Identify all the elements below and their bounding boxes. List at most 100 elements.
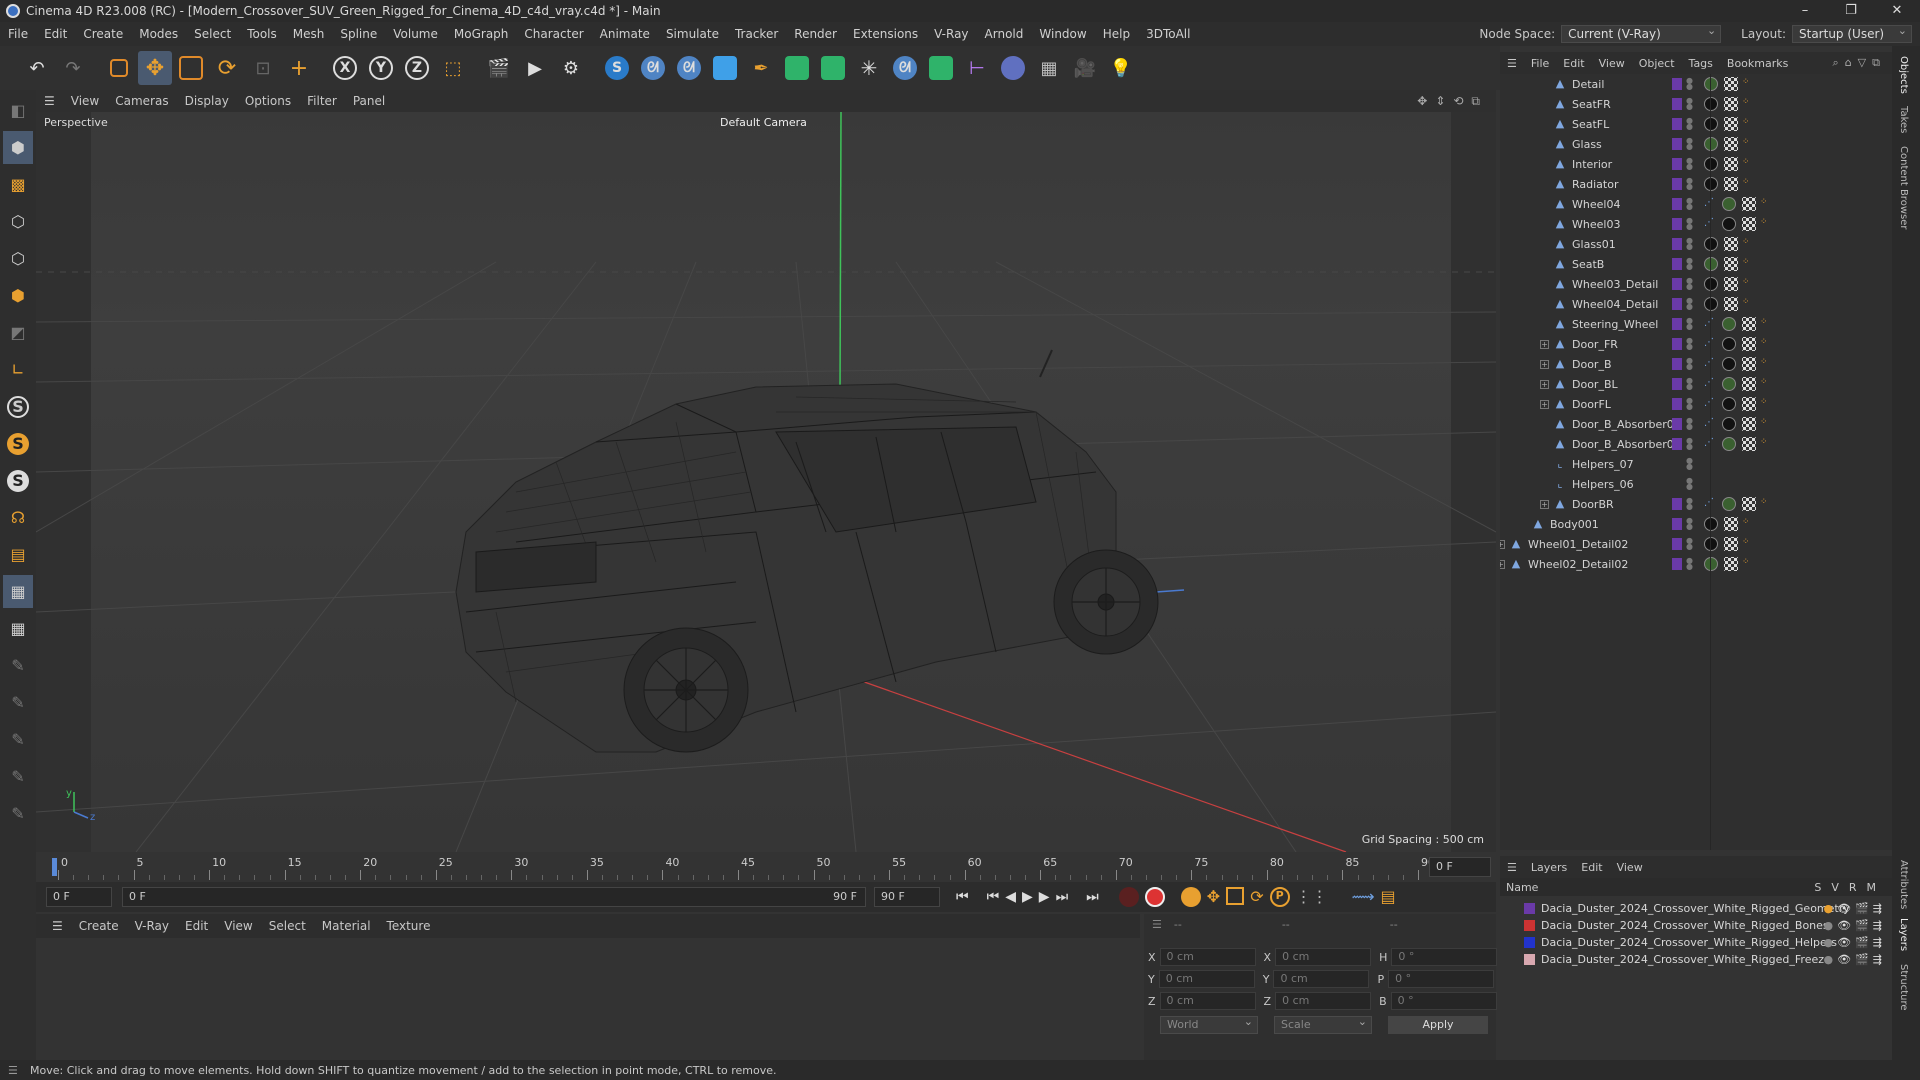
- object-menu-file[interactable]: File: [1524, 57, 1556, 70]
- material-tag-icon[interactable]: [1704, 257, 1718, 271]
- menu-volume[interactable]: Volume: [385, 22, 446, 46]
- viewport-menu-view[interactable]: View: [63, 94, 107, 108]
- layer-color-swatch[interactable]: [1672, 198, 1682, 210]
- object-row[interactable]: ▲ Wheel04_Detail ● ● ⁘: [1500, 294, 1892, 314]
- layer-color-swatch[interactable]: [1672, 78, 1682, 90]
- record-disabled-icon[interactable]: [1118, 887, 1139, 907]
- selection-tag-icon[interactable]: ⁘: [1760, 197, 1774, 211]
- workplane-button[interactable]: ☊: [3, 501, 33, 534]
- python-script-1-button[interactable]: ᘛ: [636, 51, 670, 85]
- size-y-field[interactable]: 0 cm: [1273, 970, 1370, 988]
- object-row[interactable]: ⌞ Helpers_06 ● ●: [1500, 474, 1892, 494]
- object-row[interactable]: ▲ Wheel03_Detail ● ● ⁘: [1500, 274, 1892, 294]
- texture-tag-icon[interactable]: [1724, 537, 1738, 551]
- selection-tag-icon[interactable]: ⁘: [1742, 137, 1756, 151]
- layer-color-swatch[interactable]: [1672, 378, 1682, 390]
- visibility-dots-icon[interactable]: ● ●: [1686, 157, 1693, 171]
- key-rotation-icon[interactable]: ⟳: [1250, 887, 1263, 907]
- recent-tool-button[interactable]: ⊡: [246, 51, 280, 85]
- key-selection-icon[interactable]: [1180, 887, 1201, 907]
- selection-tag-icon[interactable]: ⁘: [1760, 417, 1774, 431]
- size-z-field[interactable]: 0 cm: [1275, 992, 1372, 1010]
- locked-workplane-button[interactable]: ▦: [3, 575, 33, 608]
- texture-tag-icon[interactable]: [1724, 297, 1738, 311]
- layer-color-swatch[interactable]: [1672, 558, 1682, 570]
- material-tag-icon[interactable]: [1704, 117, 1718, 131]
- visibility-dots-icon[interactable]: ● ●: [1686, 257, 1693, 271]
- object-row[interactable]: ▲ Interior ● ● ⁘: [1500, 154, 1892, 174]
- visibility-dots-icon[interactable]: ● ●: [1686, 297, 1693, 311]
- render-view-button[interactable]: 🎬: [482, 51, 516, 85]
- selection-tag-icon[interactable]: ⁘: [1742, 237, 1756, 251]
- layer-color-swatch[interactable]: [1672, 538, 1682, 550]
- object-row[interactable]: ▲ Door_B_Absorber01 ● ● ⋰ ⁘: [1500, 434, 1892, 454]
- visibility-dots-icon[interactable]: ● ●: [1686, 177, 1693, 191]
- expand-toggle-icon[interactable]: +: [1540, 379, 1549, 389]
- material-menu-select[interactable]: Select: [261, 919, 314, 933]
- generator-button[interactable]: [816, 51, 850, 85]
- visibility-dots-icon[interactable]: ● ●: [1686, 97, 1693, 111]
- object-row[interactable]: ▲ Radiator ● ● ⁘: [1500, 174, 1892, 194]
- node-space-dropdown[interactable]: Current (V-Ray): [1561, 23, 1722, 43]
- menu-3dtoall[interactable]: 3DToAll: [1138, 22, 1198, 46]
- coord-space-dropdown[interactable]: World: [1160, 1014, 1258, 1034]
- menu-spline[interactable]: Spline: [332, 22, 385, 46]
- maximize-button[interactable]: ❐: [1828, 0, 1874, 22]
- visibility-dots-icon[interactable]: ● ●: [1686, 317, 1693, 331]
- material-tag-icon[interactable]: [1704, 297, 1718, 311]
- layer-color-swatch[interactable]: [1672, 118, 1682, 130]
- key-pla-icon[interactable]: ⋮⋮: [1296, 887, 1328, 907]
- layer-toggle-icons[interactable]: ●👁🎬⇶: [1824, 902, 1887, 915]
- material-tag-icon[interactable]: [1704, 237, 1718, 251]
- rotation-b-field[interactable]: 0 °: [1390, 992, 1497, 1010]
- menu-vray[interactable]: V-Ray: [926, 22, 976, 46]
- object-row[interactable]: + ▲ Wheel01_Detail02 ● ● ⁘: [1500, 534, 1892, 554]
- object-row[interactable]: + ▲ Wheel02_Detail02 ● ● ⁘: [1500, 554, 1892, 574]
- selection-tag-icon[interactable]: ⁘: [1760, 357, 1774, 371]
- visibility-dots-icon[interactable]: ● ●: [1686, 477, 1693, 491]
- layer-color-swatch[interactable]: [1672, 258, 1682, 270]
- layer-color-swatch[interactable]: [1672, 238, 1682, 250]
- layer-row[interactable]: Dacia_Duster_2024_Crossover_White_Rigged…: [1500, 900, 1892, 917]
- visibility-dots-icon[interactable]: ● ●: [1686, 437, 1693, 451]
- layer-row[interactable]: Dacia_Duster_2024_Crossover_White_Rigged…: [1500, 917, 1892, 934]
- tab-attributes[interactable]: Attributes: [1898, 860, 1909, 909]
- layer-color-swatch[interactable]: [1672, 438, 1682, 450]
- layer-toggle-icons[interactable]: ●👁🎬⇶: [1824, 953, 1887, 966]
- object-row[interactable]: ▲ Wheel03 ● ● ⋰ ⁘: [1500, 214, 1892, 234]
- layer-color-swatch[interactable]: [1672, 418, 1682, 430]
- start-frame-field[interactable]: 0 F: [46, 887, 112, 907]
- texture-tag-icon[interactable]: [1724, 157, 1738, 171]
- material-list-area[interactable]: [36, 938, 1140, 1060]
- layer-color-swatch[interactable]: [1672, 478, 1682, 490]
- python-script-2-button[interactable]: ᘛ: [672, 51, 706, 85]
- status-hamburger-icon[interactable]: ☰: [8, 1064, 18, 1077]
- sculpt-2-button[interactable]: ✎: [3, 686, 33, 719]
- current-frame-field[interactable]: 0 F: [1429, 857, 1491, 877]
- material-tag-icon[interactable]: [1722, 337, 1736, 351]
- layer-color-swatch[interactable]: [1672, 338, 1682, 350]
- menu-character[interactable]: Character: [516, 22, 591, 46]
- viewport-camera-label[interactable]: Default Camera: [720, 116, 807, 129]
- timeline-window-icon[interactable]: ▤: [1381, 887, 1396, 907]
- selection-tag-icon[interactable]: ⁘: [1760, 397, 1774, 411]
- expand-toggle-icon[interactable]: +: [1540, 499, 1549, 509]
- size-x-field[interactable]: 0 cm: [1275, 948, 1372, 966]
- layer-color-swatch[interactable]: [1524, 937, 1535, 948]
- viewport-menu-cameras[interactable]: Cameras: [107, 94, 176, 108]
- material-tag-icon[interactable]: [1704, 177, 1718, 191]
- tab-layers[interactable]: Layers: [1898, 918, 1909, 951]
- object-menu-bookmarks[interactable]: Bookmarks: [1720, 57, 1795, 70]
- object-row[interactable]: ▲ Wheel04 ● ● ⋰ ⁘: [1500, 194, 1892, 214]
- material-tag-icon[interactable]: [1704, 77, 1718, 91]
- texture-tag-icon[interactable]: [1742, 337, 1756, 351]
- selection-tag-icon[interactable]: ⁘: [1742, 97, 1756, 111]
- constraint-tag-icon[interactable]: ⋰: [1704, 497, 1718, 511]
- rotation-p-field[interactable]: 0 °: [1388, 970, 1495, 988]
- material-tag-icon[interactable]: [1704, 517, 1718, 531]
- next-frame-icon[interactable]: ▶: [1039, 889, 1050, 905]
- menu-render[interactable]: Render: [786, 22, 845, 46]
- texture-tag-icon[interactable]: [1724, 277, 1738, 291]
- object-row[interactable]: ▲ SeatFL ● ● ⁘: [1500, 114, 1892, 134]
- object-menu-edit[interactable]: Edit: [1556, 57, 1591, 70]
